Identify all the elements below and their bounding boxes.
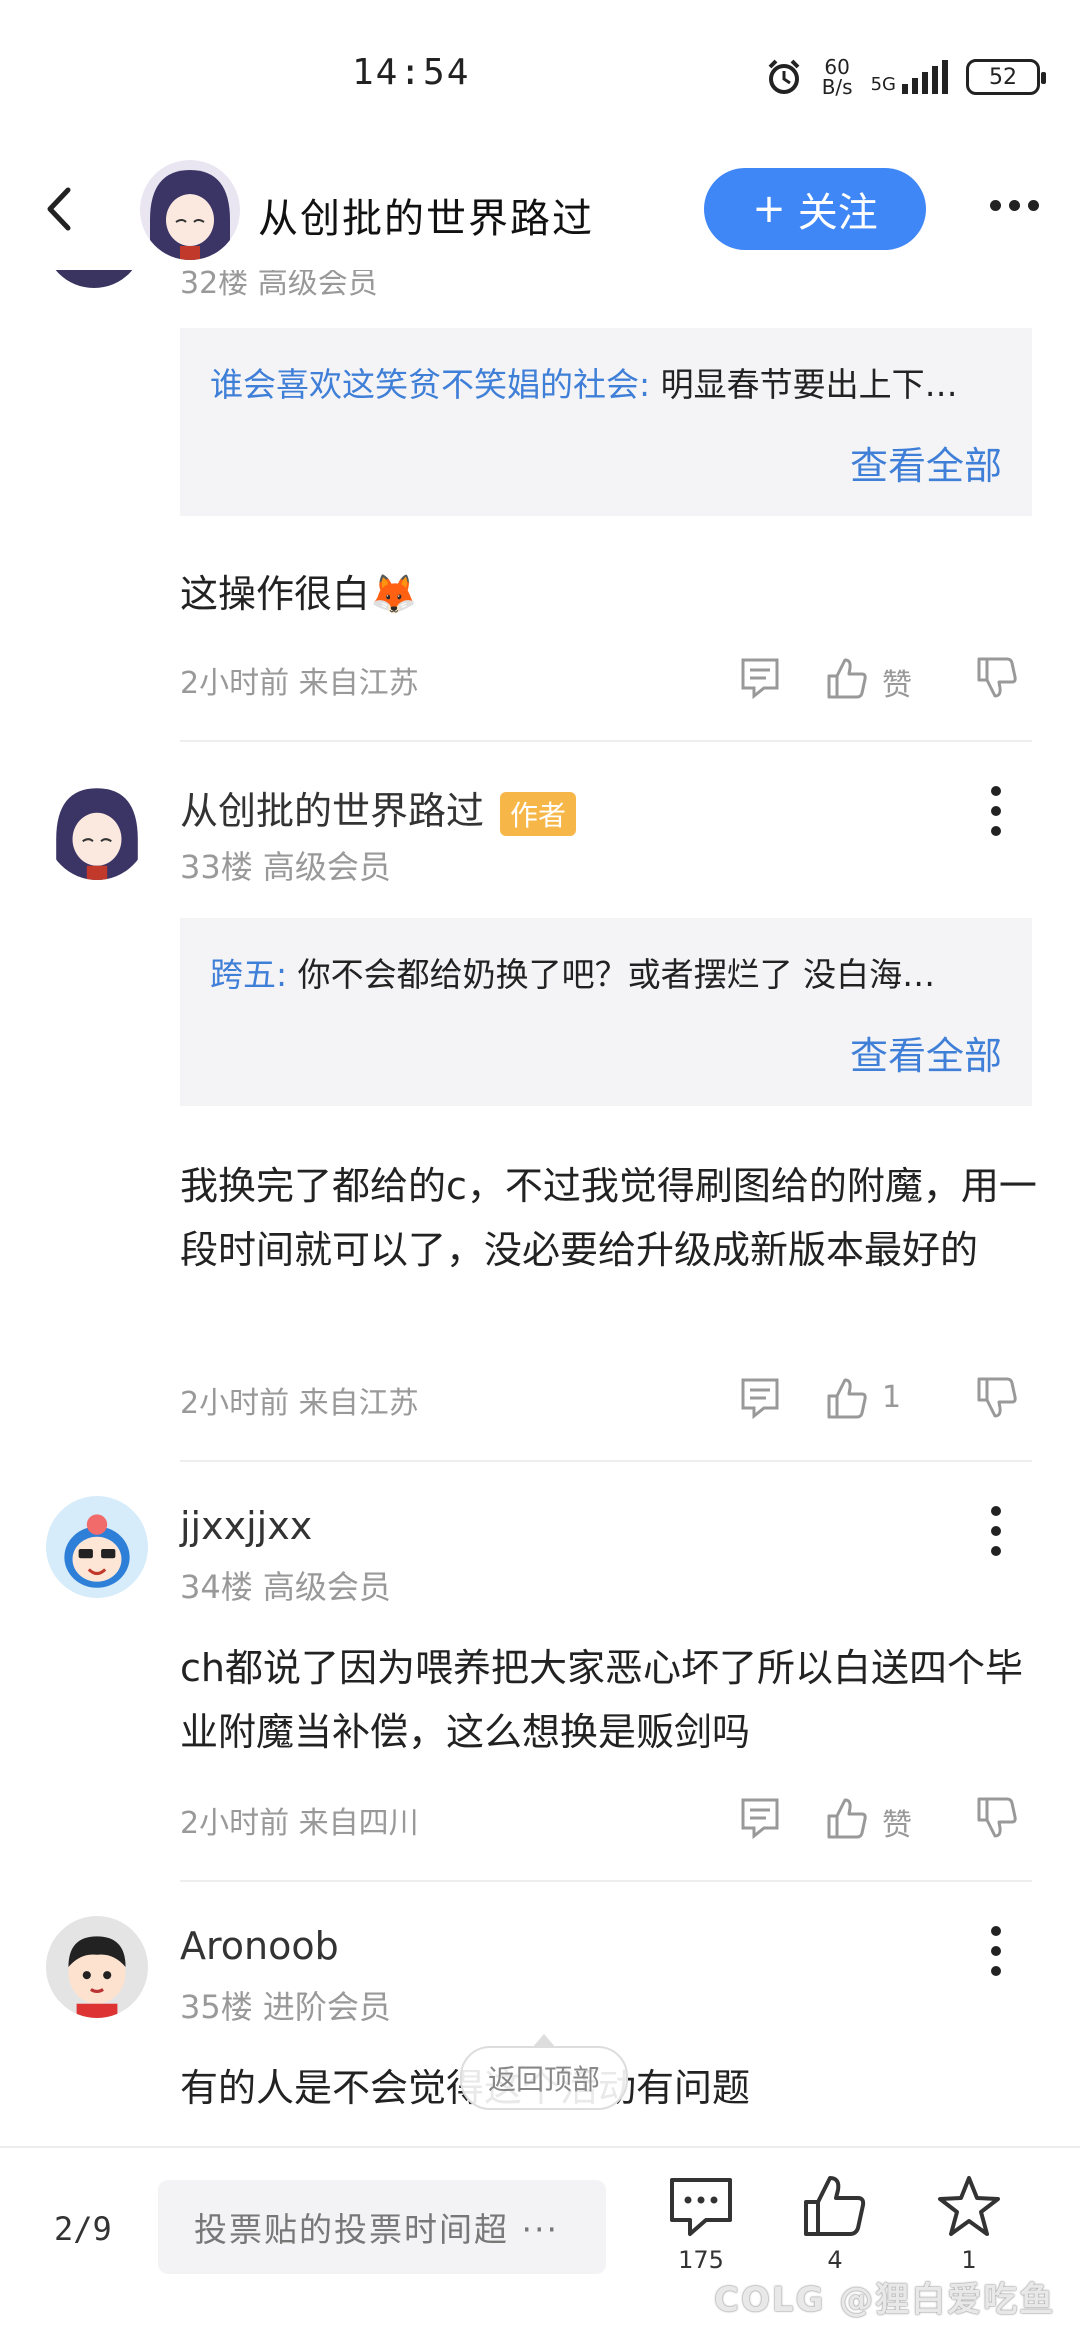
post-content: 这操作很白🦊 <box>180 572 418 616</box>
divider <box>180 1460 1032 1462</box>
divider <box>180 740 1032 742</box>
post-content: 我换完了都给的c，不过我觉得刷图给的附魔，用一段时间就可以了，没必要给升级成新版… <box>180 1164 1037 1272</box>
like-count: 赞 <box>882 668 912 703</box>
back-to-top-button[interactable]: 返回顶部 <box>460 2034 628 2110</box>
page-indicator[interactable]: 2/9 <box>54 2210 112 2248</box>
more-vertical-icon[interactable] <box>990 786 1002 836</box>
view-all-link[interactable]: 查看全部 <box>850 1025 1002 1080</box>
like-count: 赞 <box>882 1808 912 1843</box>
divider <box>180 1880 1032 1882</box>
plus-icon: + <box>752 186 786 232</box>
chevron-left-icon <box>47 187 71 231</box>
thumbs-up-icon[interactable] <box>826 1796 868 1840</box>
comment-icon <box>670 2178 732 2236</box>
post-meta: 2小时前 来自江苏 <box>180 666 419 701</box>
username[interactable]: jjxxjjxx <box>180 1504 312 1548</box>
back-button[interactable] <box>40 184 80 234</box>
reply-icon[interactable] <box>740 656 780 700</box>
top-bar: 从创批的世界路过 + 关注 <box>0 150 1080 270</box>
reply-icon[interactable] <box>740 1376 780 1420</box>
quoted-reply[interactable]: 跨五: 你不会都给奶换了吧？或者摆烂了 没白海… 查看全部 <box>180 918 1032 1106</box>
follow-label: 关注 <box>797 190 878 236</box>
header-avatar[interactable] <box>140 160 240 260</box>
favorite-count: 1 <box>961 2246 977 2274</box>
avatar[interactable] <box>46 1916 148 2018</box>
post-actions: 1 <box>740 1376 1030 1426</box>
floor-level: 34楼 高级会员 <box>180 1568 391 1606</box>
signal-icon: 5G <box>871 60 948 94</box>
alarm-icon <box>768 59 800 94</box>
watermark: COLG @狸白爱吃鱼 <box>714 2280 1056 2320</box>
more-vertical-icon[interactable] <box>990 1926 1002 1976</box>
comments-button[interactable]: 175 <box>666 2172 736 2274</box>
author-badge: 作者 <box>500 791 577 836</box>
star-icon <box>938 2176 1000 2236</box>
status-time: 14:54 <box>352 52 471 93</box>
net-speed: 60 B/s <box>821 55 853 99</box>
more-options-icon[interactable] <box>990 200 1039 211</box>
like-button[interactable]: 4 <box>800 2172 870 2274</box>
post-actions: 赞 <box>740 656 1030 706</box>
quote-text: 跨五: 你不会都给奶换了吧？或者摆烂了 没白海… <box>210 955 936 994</box>
floor-level: 35楼 进阶会员 <box>180 1988 391 2026</box>
battery-indicator: 52 <box>966 59 1046 95</box>
thumbs-down-icon[interactable] <box>976 1796 1018 1840</box>
post-content: ch都说了因为喂养把大家恶心坏了所以白送四个毕业附魔当补偿，这么想换是贩剑吗 <box>180 1646 1023 1754</box>
post-meta: 2小时前 来自四川 <box>180 1806 419 1841</box>
post-actions: 赞 <box>740 1796 1030 1846</box>
thumbs-down-icon[interactable] <box>976 1376 1018 1420</box>
avatar[interactable] <box>46 1496 148 1598</box>
username[interactable]: Aronoob <box>180 1924 339 1968</box>
avatar[interactable] <box>46 778 148 880</box>
like-count: 4 <box>827 2246 843 2274</box>
header-title[interactable]: 从创批的世界路过 <box>258 186 594 244</box>
like-count: 1 <box>882 1380 902 1415</box>
reply-input[interactable]: 投票贴的投票时间超 ··· <box>158 2180 606 2274</box>
more-vertical-icon[interactable] <box>990 1506 1002 1556</box>
thumbs-up-icon[interactable] <box>826 1376 868 1420</box>
reply-icon[interactable] <box>740 1796 780 1840</box>
floor-level: 33楼 高级会员 <box>180 848 391 886</box>
thumbs-down-icon[interactable] <box>976 656 1018 700</box>
view-all-link[interactable]: 查看全部 <box>850 435 1002 490</box>
comment-count: 175 <box>678 2246 724 2274</box>
post-meta: 2小时前 来自江苏 <box>180 1386 419 1421</box>
thumbs-up-icon[interactable] <box>826 656 868 700</box>
status-icons: 60 B/s 5G 52 <box>764 52 1046 102</box>
quote-text: 谁会喜欢这笑贫不笑娼的社会: 明显春节要出上下… <box>210 365 958 404</box>
favorite-button[interactable]: 1 <box>934 2172 1004 2274</box>
thumbs-up-icon <box>804 2176 866 2236</box>
follow-button[interactable]: + 关注 <box>704 168 926 250</box>
quoted-reply[interactable]: 谁会喜欢这笑贫不笑娼的社会: 明显春节要出上下… 查看全部 <box>180 328 1032 516</box>
bottom-bar: 2/9 投票贴的投票时间超 ··· 175 4 1 COLG @狸白爱吃鱼 <box>0 2146 1080 2342</box>
username[interactable]: 从创批的世界路过 作者 <box>180 780 577 836</box>
